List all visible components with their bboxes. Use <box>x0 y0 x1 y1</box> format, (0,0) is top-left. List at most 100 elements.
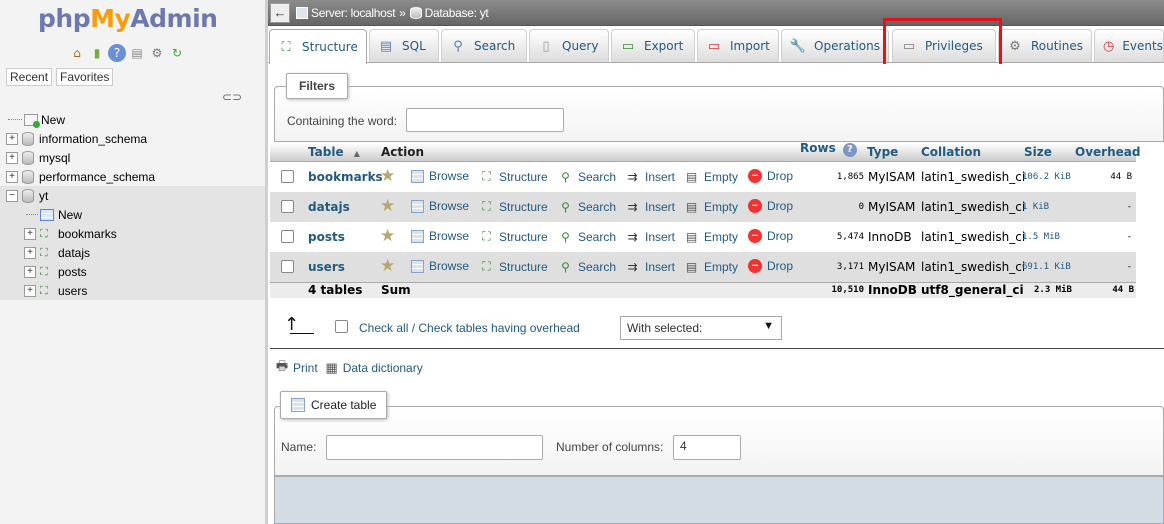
expand-icon[interactable]: + <box>6 170 18 183</box>
action-insert[interactable]: ⇉ Insert <box>625 169 675 184</box>
row-checkbox[interactable] <box>281 170 294 183</box>
tab-import[interactable]: ▭ Import <box>697 29 779 62</box>
logout-icon[interactable]: ▮ <box>88 44 106 62</box>
home-icon[interactable]: ⌂ <box>68 44 86 62</box>
row-size[interactable]: 106.2 KiB <box>1022 172 1071 182</box>
row-size[interactable]: 1 KiB <box>1022 202 1049 212</box>
row-size[interactable]: 691.1 KiB <box>1022 262 1071 272</box>
tree-table-datajs[interactable]: + ⛶ datajs <box>0 243 265 262</box>
tab-structure[interactable]: ⛶ Structure <box>269 29 367 64</box>
collapse-icon[interactable]: − <box>6 189 18 202</box>
header-table[interactable]: Table ▲ <box>308 145 360 159</box>
action-structure[interactable]: ⛶ Structure <box>479 199 547 214</box>
expand-icon[interactable]: + <box>24 284 36 297</box>
table-name-link[interactable]: bookmarks <box>308 170 383 184</box>
table-structure-icon[interactable]: ⛶ <box>40 285 54 297</box>
action-insert[interactable]: ⇉ Insert <box>625 229 675 244</box>
action-structure[interactable]: ⛶ Structure <box>479 259 547 274</box>
phpmyadmin-logo[interactable]: phpMyAdmin <box>38 4 218 33</box>
action-drop[interactable]: − Drop <box>748 259 793 273</box>
action-empty[interactable]: ▤ Empty <box>684 229 738 244</box>
breadcrumb-database[interactable]: Database: yt <box>425 6 489 20</box>
help-icon[interactable]: ? <box>842 143 857 157</box>
docs-icon[interactable]: ▤ <box>128 44 146 62</box>
reload-icon[interactable]: ↻ <box>168 44 186 62</box>
collapse-nav-button[interactable]: ← <box>270 2 290 23</box>
print-link[interactable]: Print <box>293 361 318 375</box>
tree-db-information-schema[interactable]: + information_schema <box>0 129 265 148</box>
header-collation[interactable]: Collation <box>921 145 981 159</box>
tab-events[interactable]: ◷ Events <box>1094 29 1164 62</box>
action-browse[interactable]: Browse <box>411 169 469 183</box>
action-search[interactable]: ⚲ Search <box>558 169 616 184</box>
column-count-input[interactable]: 4 <box>673 435 741 460</box>
tree-table-bookmarks[interactable]: + ⛶ bookmarks <box>0 224 265 243</box>
expand-icon[interactable]: + <box>24 227 36 240</box>
favorite-star-icon[interactable]: ★ <box>380 258 396 275</box>
tab-privileges[interactable]: ▭ Privileges <box>892 29 996 62</box>
action-browse[interactable]: Browse <box>411 229 469 243</box>
table-structure-icon[interactable]: ⛶ <box>40 228 54 240</box>
filter-input[interactable] <box>406 108 564 132</box>
tree-table-users[interactable]: + ⛶ users <box>0 281 265 300</box>
row-checkbox[interactable] <box>281 230 294 243</box>
tab-export[interactable]: ▭ Export <box>611 29 695 62</box>
row-checkbox[interactable] <box>281 200 294 213</box>
table-name-link[interactable]: datajs <box>308 200 350 214</box>
action-empty[interactable]: ▤ Empty <box>684 169 738 184</box>
tree-db-yt[interactable]: − yt <box>0 186 265 205</box>
tree-new-table[interactable]: New <box>0 205 265 224</box>
header-rows[interactable]: Rows ? <box>800 141 857 157</box>
action-search[interactable]: ⚲ Search <box>558 229 616 244</box>
tab-sql[interactable]: ▤ SQL <box>369 29 439 62</box>
table-structure-icon[interactable]: ⛶ <box>40 247 54 259</box>
tab-query[interactable]: ▯ Query <box>529 29 609 62</box>
action-drop[interactable]: − Drop <box>748 229 793 243</box>
table-name-link[interactable]: users <box>308 260 345 274</box>
action-search[interactable]: ⚲ Search <box>558 259 616 274</box>
check-all-checkbox[interactable] <box>335 320 348 333</box>
tree-db-mysql[interactable]: + mysql <box>0 148 265 167</box>
expand-icon[interactable]: + <box>24 246 36 259</box>
action-empty[interactable]: ▤ Empty <box>684 199 738 214</box>
favorites-tab[interactable]: Favorites <box>56 68 114 86</box>
tab-search[interactable]: ⚲ Search <box>441 29 527 62</box>
recent-tab[interactable]: Recent <box>6 68 53 86</box>
action-insert[interactable]: ⇉ Insert <box>625 199 675 214</box>
tab-operations[interactable]: 🔧 Operations <box>781 29 889 62</box>
action-drop[interactable]: − Drop <box>748 199 793 213</box>
favorite-star-icon[interactable]: ★ <box>380 228 396 245</box>
with-selected-dropdown[interactable]: With selected: ▼ <box>620 316 782 340</box>
row-checkbox[interactable] <box>281 260 294 273</box>
action-drop[interactable]: − Drop <box>748 169 793 183</box>
expand-icon[interactable]: + <box>6 132 18 145</box>
action-search[interactable]: ⚲ Search <box>558 199 616 214</box>
action-insert[interactable]: ⇉ Insert <box>625 259 675 274</box>
action-structure[interactable]: ⛶ Structure <box>479 229 547 244</box>
tab-routines[interactable]: ⚙ Routines <box>998 29 1092 62</box>
expand-icon[interactable]: + <box>24 265 36 278</box>
favorite-star-icon[interactable]: ★ <box>380 168 396 185</box>
header-overhead[interactable]: Overhead <box>1075 145 1140 159</box>
table-name-link[interactable]: posts <box>308 230 345 244</box>
tree-new-database[interactable]: New <box>0 110 265 129</box>
action-browse[interactable]: Browse <box>411 259 469 273</box>
breadcrumb-server[interactable]: Server: localhost <box>311 6 396 20</box>
header-size[interactable]: Size <box>1024 145 1052 159</box>
header-type[interactable]: Type <box>867 145 898 159</box>
action-empty[interactable]: ▤ Empty <box>684 259 738 274</box>
gear-icon[interactable]: ⚙ <box>148 44 166 62</box>
check-all-label[interactable]: Check all / Check tables having overhead <box>359 321 580 335</box>
table-name-input[interactable] <box>326 435 543 460</box>
action-structure[interactable]: ⛶ Structure <box>479 169 547 184</box>
tree-db-performance-schema[interactable]: + performance_schema <box>0 167 265 186</box>
data-dictionary-link[interactable]: Data dictionary <box>343 361 423 375</box>
help-icon[interactable]: ? <box>108 44 126 62</box>
row-size[interactable]: 1.5 MiB <box>1022 232 1060 242</box>
expand-icon[interactable]: + <box>6 151 18 164</box>
action-browse[interactable]: Browse <box>411 199 469 213</box>
link-icon[interactable]: ⊂⊃ <box>222 90 242 104</box>
favorite-star-icon[interactable]: ★ <box>380 198 396 215</box>
table-structure-icon[interactable]: ⛶ <box>40 266 54 278</box>
tree-table-posts[interactable]: + ⛶ posts <box>0 262 265 281</box>
